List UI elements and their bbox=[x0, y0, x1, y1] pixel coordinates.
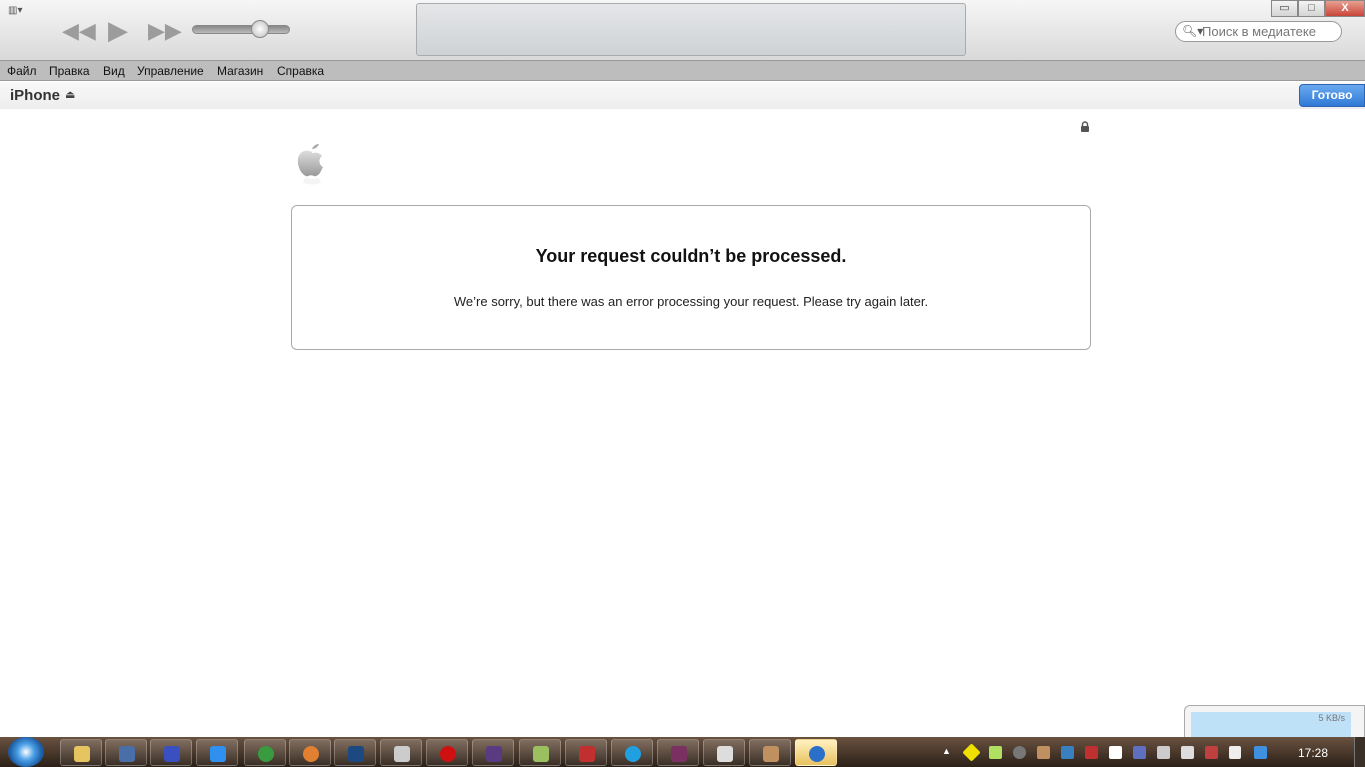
error-panel: Your request couldn’t be processed. We’r… bbox=[291, 205, 1091, 350]
device-bar: iPhone ⏏ Готово bbox=[0, 82, 1365, 109]
done-button[interactable]: Готово bbox=[1299, 84, 1365, 107]
volume-knob[interactable] bbox=[251, 20, 269, 38]
language-flag-icon[interactable] bbox=[1133, 746, 1146, 759]
search-icon: 🔍︎▾ bbox=[1182, 24, 1204, 38]
taskbar-messages[interactable] bbox=[519, 739, 561, 766]
start-button[interactable] bbox=[8, 737, 44, 767]
taskbar-save[interactable] bbox=[150, 739, 192, 766]
rewind-icon[interactable]: ◀◀ bbox=[62, 18, 96, 44]
dropbox-icon[interactable] bbox=[1254, 746, 1267, 759]
taskbar-opera[interactable] bbox=[426, 739, 468, 766]
vk-icon[interactable] bbox=[1109, 746, 1122, 759]
taskbar-photoshop[interactable] bbox=[334, 739, 376, 766]
taskbar-kmplayer[interactable] bbox=[105, 739, 147, 766]
minimize-button[interactable]: ▭ bbox=[1271, 0, 1298, 17]
tray-icon[interactable] bbox=[989, 746, 1002, 759]
taskbar-skype[interactable] bbox=[611, 739, 653, 766]
volume-slider[interactable] bbox=[192, 20, 290, 38]
device-name[interactable]: iPhone bbox=[10, 87, 60, 104]
window-controls: ▭ □ X bbox=[1271, 0, 1365, 18]
taskbar-premiere[interactable] bbox=[472, 739, 514, 766]
menu-bar: Файл Правка Вид Управление Магазин Справ… bbox=[0, 61, 1365, 81]
volume-icon[interactable] bbox=[1205, 746, 1218, 759]
menu-store[interactable]: Магазин bbox=[217, 64, 263, 78]
muted-speaker-icon[interactable] bbox=[1157, 746, 1170, 759]
apple-logo-icon bbox=[297, 144, 323, 185]
menu-help[interactable]: Справка bbox=[277, 64, 324, 78]
toolbar: ▥▾ ◀◀ ▶ ▶▶ ▭ □ X 🔍︎▾ Поиск в медиатеке bbox=[0, 0, 1365, 61]
sidebar-toggle-icon[interactable]: ▥▾ bbox=[8, 5, 30, 16]
error-message: We’re sorry, but there was an error proc… bbox=[453, 294, 929, 309]
show-desktop-button[interactable] bbox=[1354, 737, 1365, 767]
taskbar-picasa[interactable] bbox=[289, 739, 331, 766]
taskbar-app-blue[interactable] bbox=[196, 739, 238, 766]
taskbar-explorer[interactable] bbox=[60, 739, 102, 766]
bluetooth-icon[interactable] bbox=[1013, 746, 1026, 759]
maximize-button[interactable]: □ bbox=[1298, 0, 1325, 17]
taskbar-itunes[interactable] bbox=[795, 739, 837, 766]
taskbar-winrar[interactable] bbox=[657, 739, 699, 766]
status-display bbox=[416, 3, 966, 56]
close-button[interactable]: X bbox=[1325, 0, 1365, 17]
menu-edit[interactable]: Правка bbox=[49, 64, 90, 78]
search-input[interactable]: 🔍︎▾ Поиск в медиатеке bbox=[1175, 21, 1342, 42]
tray-expand-icon[interactable]: ▲ bbox=[942, 746, 955, 759]
eject-icon[interactable]: ⏏ bbox=[65, 88, 75, 101]
search-placeholder: Поиск в медиатеке bbox=[1202, 24, 1316, 39]
tray-icon[interactable] bbox=[962, 743, 981, 762]
power-icon[interactable] bbox=[1181, 746, 1194, 759]
taskbar-chrome[interactable] bbox=[244, 739, 286, 766]
taskbar-app2[interactable] bbox=[749, 739, 791, 766]
taskbar-kaspersky[interactable] bbox=[565, 739, 607, 766]
play-icon[interactable]: ▶ bbox=[108, 15, 128, 46]
tray-icon[interactable] bbox=[1061, 746, 1074, 759]
lock-icon bbox=[1081, 121, 1089, 132]
tray-icon[interactable] bbox=[1037, 746, 1050, 759]
fast-forward-icon[interactable]: ▶▶ bbox=[148, 18, 182, 44]
signal-icon[interactable] bbox=[1229, 746, 1241, 759]
menu-view[interactable]: Вид bbox=[103, 64, 125, 78]
network-speed: 5 KB/s bbox=[1318, 713, 1345, 723]
kaspersky-tray-icon[interactable] bbox=[1085, 746, 1098, 759]
taskbar: ▲ 17:28 bbox=[0, 737, 1365, 767]
menu-file[interactable]: Файл bbox=[7, 64, 37, 78]
taskbar-font[interactable] bbox=[380, 739, 422, 766]
apple-icon bbox=[678, 14, 704, 46]
clock[interactable]: 17:28 bbox=[1298, 746, 1328, 760]
taskbar-app[interactable] bbox=[703, 739, 745, 766]
menu-controls[interactable]: Управление bbox=[137, 64, 204, 78]
error-title: Your request couldn’t be processed. bbox=[535, 246, 847, 266]
